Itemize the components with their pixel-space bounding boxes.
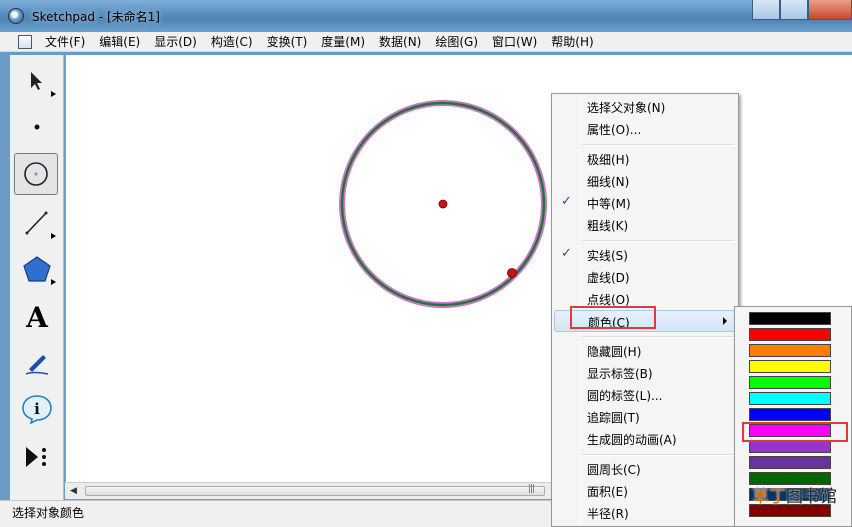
menu-item-thin[interactable]: 细线(N) bbox=[554, 170, 736, 192]
menu-edit[interactable]: 编辑(E) bbox=[92, 33, 147, 50]
menu-item-select-parent[interactable]: 选择父对象(N) bbox=[554, 96, 736, 118]
polygon-icon bbox=[23, 256, 51, 282]
custom-tool[interactable] bbox=[14, 435, 60, 479]
minimize-button[interactable] bbox=[752, 0, 780, 20]
menu-construct[interactable]: 构造(C) bbox=[204, 33, 260, 50]
marker-icon bbox=[25, 355, 49, 375]
color-swatch[interactable] bbox=[749, 344, 831, 357]
color-swatch[interactable] bbox=[749, 312, 831, 325]
info-tool[interactable]: i bbox=[14, 387, 60, 431]
menu-bar: 文件(F) 编辑(E) 显示(D) 构造(C) 变换(T) 度量(M) 数据(N… bbox=[0, 32, 852, 52]
menu-item-medium[interactable]: ✓ 中等(M) bbox=[554, 192, 736, 214]
menu-graph[interactable]: 绘图(G) bbox=[428, 33, 485, 50]
menu-help[interactable]: 帮助(H) bbox=[544, 33, 600, 50]
svg-text:i: i bbox=[34, 400, 40, 418]
color-swatch[interactable] bbox=[749, 328, 831, 341]
menu-item-thick[interactable]: 粗线(K) bbox=[554, 214, 736, 236]
menu-item-trace-circle[interactable]: 追踪圆(T) bbox=[554, 406, 736, 428]
scrollbar-thumb[interactable] bbox=[85, 486, 545, 496]
window-controls bbox=[752, 0, 852, 22]
menu-item-radius[interactable]: 半径(R) bbox=[554, 502, 736, 524]
line-tool[interactable] bbox=[14, 201, 60, 245]
menu-file[interactable]: 文件(F) bbox=[38, 33, 92, 50]
maximize-button[interactable] bbox=[780, 0, 808, 20]
radius-point[interactable] bbox=[507, 268, 517, 278]
submenu-arrow-icon bbox=[723, 317, 727, 325]
scroll-grip-icon: ||| bbox=[528, 484, 535, 494]
color-swatch[interactable] bbox=[749, 360, 831, 373]
menu-item-area[interactable]: 面积(E) bbox=[554, 480, 736, 502]
close-button[interactable] bbox=[808, 0, 852, 20]
menu-item-very-thin[interactable]: 极细(H) bbox=[554, 148, 736, 170]
menu-window[interactable]: 窗口(W) bbox=[485, 33, 544, 50]
info-icon: i bbox=[22, 395, 52, 424]
annotation-box-color-item bbox=[570, 306, 656, 329]
circle-icon bbox=[24, 162, 48, 186]
arrow-icon bbox=[31, 72, 42, 90]
checkmark-icon: ✓ bbox=[561, 246, 572, 261]
menu-measure[interactable]: 度量(M) bbox=[314, 33, 372, 50]
menu-item-hide-circle[interactable]: 隐藏圆(H) bbox=[554, 340, 736, 362]
line-icon bbox=[25, 211, 48, 235]
title-bar: Sketchpad - [未命名1] bbox=[0, 0, 852, 32]
color-swatch[interactable] bbox=[749, 392, 831, 405]
window-title: Sketchpad - [未命名1] bbox=[32, 10, 160, 24]
polygon-tool[interactable] bbox=[14, 247, 60, 291]
scroll-left-icon[interactable]: ◀ bbox=[70, 486, 77, 496]
marker-tool[interactable] bbox=[14, 341, 60, 385]
menu-transform[interactable]: 变换(T) bbox=[260, 33, 315, 50]
point-tool[interactable] bbox=[14, 105, 60, 149]
menu-item-properties[interactable]: 属性(O)... bbox=[554, 118, 736, 140]
arrow-tool[interactable] bbox=[14, 59, 60, 103]
annotation-box-magenta-swatch bbox=[742, 422, 848, 442]
sketchpad-app-icon[interactable] bbox=[8, 8, 24, 24]
text-icon: A bbox=[26, 300, 48, 334]
document-icon[interactable] bbox=[18, 34, 32, 49]
color-swatch[interactable] bbox=[749, 408, 831, 421]
compass-tool[interactable] bbox=[14, 153, 58, 195]
status-text: 选择对象颜色 bbox=[12, 506, 85, 520]
menu-data[interactable]: 数据(N) bbox=[372, 33, 428, 50]
menu-item-circle-label[interactable]: 圆的标签(L)... bbox=[554, 384, 736, 406]
color-swatch[interactable] bbox=[749, 376, 831, 389]
tool-palette: A i bbox=[10, 55, 64, 502]
center-point[interactable] bbox=[438, 199, 448, 209]
watermark: 草丁图书馆 bbox=[752, 487, 837, 507]
menu-item-dashed[interactable]: 虚线(D) bbox=[554, 266, 736, 288]
point-icon bbox=[34, 124, 40, 130]
text-tool[interactable]: A bbox=[14, 295, 60, 339]
menu-item-animate-circle[interactable]: 生成圆的动画(A) bbox=[554, 428, 736, 450]
menu-display[interactable]: 显示(D) bbox=[147, 33, 204, 50]
menu-item-solid[interactable]: ✓ 实线(S) bbox=[554, 244, 736, 266]
color-swatch[interactable] bbox=[749, 456, 831, 469]
menu-item-circumference[interactable]: 圆周长(C) bbox=[554, 458, 736, 480]
checkmark-icon: ✓ bbox=[561, 194, 572, 209]
play-custom-icon bbox=[26, 447, 46, 467]
menu-item-show-label[interactable]: 显示标签(B) bbox=[554, 362, 736, 384]
